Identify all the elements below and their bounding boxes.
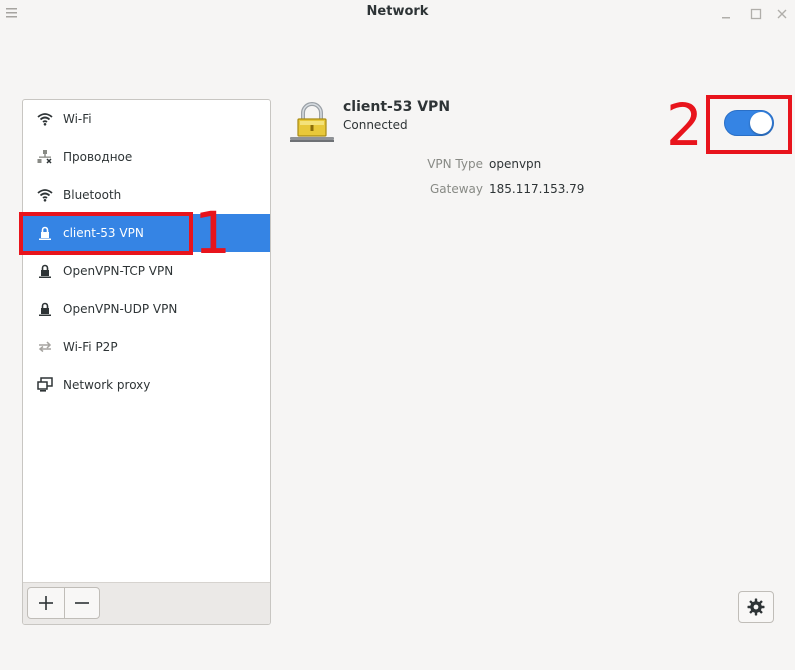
minimize-icon[interactable] [719,7,733,21]
sidebar-item-label: OpenVPN-UDP VPN [63,302,178,316]
sidebar-item-bluetooth[interactable]: Bluetooth [23,176,270,214]
sidebar-toolbar [23,582,270,624]
plus-icon [38,596,53,610]
vpn-lock-icon [37,301,53,317]
gateway-label: Gateway [429,182,483,196]
sidebar-item-wifi[interactable]: Wi-Fi [23,100,270,138]
wifi-icon [37,111,53,127]
annotation-box-2 [706,95,792,154]
minus-icon [74,602,89,604]
maximize-icon[interactable] [749,7,763,21]
connection-settings-button[interactable] [738,591,774,623]
sidebar-item-openvpn-tcp[interactable]: OpenVPN-TCP VPN [23,252,270,290]
gateway-value: 185.117.153.79 [489,182,585,196]
sidebar-item-label: Wi-Fi [63,112,92,126]
connection-name: client-53 VPN [343,99,451,115]
sidebar-item-label: Проводное [63,150,133,164]
vpn-padlock-icon [290,102,334,142]
sidebar-item-network-proxy[interactable]: Network proxy [23,366,270,404]
vpn-lock-icon [37,263,53,279]
add-remove-group [27,587,100,619]
annotation-number-1: 1 [194,199,231,267]
annotation-number-2: 2 [666,91,703,159]
gear-icon [747,598,765,616]
wired-network-icon [37,149,53,165]
vpn-type-value: openvpn [489,157,542,171]
connection-status: Connected [343,118,408,132]
close-icon[interactable] [775,7,789,21]
sidebar-item-label: Bluetooth [63,188,122,202]
add-connection-button[interactable] [28,588,64,618]
sidebar-item-openvpn-udp[interactable]: OpenVPN-UDP VPN [23,290,270,328]
vpn-type-label: VPN Type [427,157,483,171]
connection-sidebar: Wi-Fi Проводное Bluetooth client-53 VPN … [22,99,271,625]
title-bar: Network [0,0,795,28]
annotation-box-1 [19,212,193,255]
window-title: Network [366,4,429,19]
sidebar-item-label: Wi-Fi P2P [63,340,118,354]
remove-connection-button[interactable] [63,588,100,618]
sidebar-item-wifi-p2p[interactable]: Wi-Fi P2P [23,328,270,366]
sidebar-item-wired[interactable]: Проводное [23,138,270,176]
network-proxy-icon [37,377,53,393]
p2p-arrows-icon [37,339,53,355]
sidebar-item-label: OpenVPN-TCP VPN [63,264,174,278]
bluetooth-icon [37,187,53,203]
sidebar-item-label: Network proxy [63,378,151,392]
